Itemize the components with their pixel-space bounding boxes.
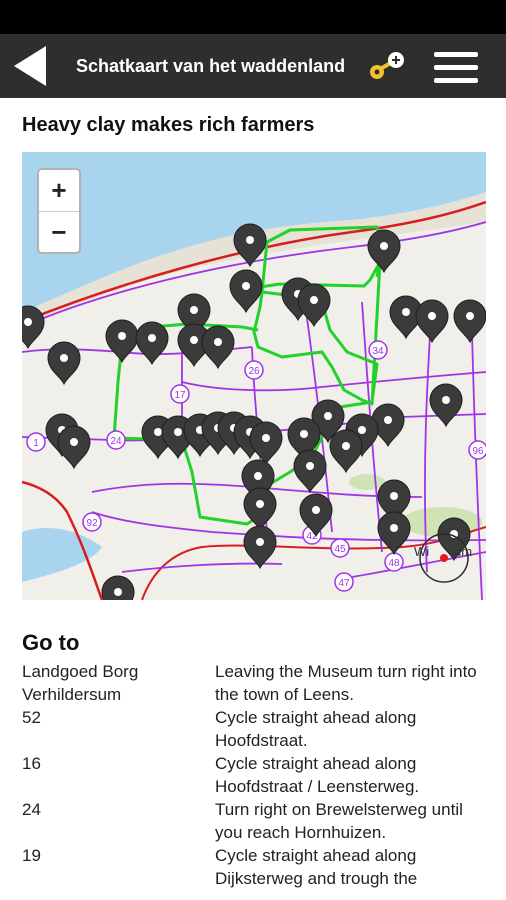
map-marker[interactable] <box>249 421 283 466</box>
key-add-icon[interactable] <box>362 46 410 86</box>
network-node[interactable]: 47 <box>334 572 354 592</box>
map-marker[interactable] <box>105 319 139 364</box>
menu-button[interactable] <box>434 52 480 88</box>
network-node-label: 96 <box>472 446 484 457</box>
town-label-suffix: um <box>454 544 472 559</box>
zoom-in-button[interactable]: + <box>39 170 79 211</box>
map-marker[interactable] <box>329 429 363 474</box>
network-node[interactable]: 26 <box>244 360 264 380</box>
app-title: Schatkaart van het waddenland <box>76 56 346 76</box>
direction-instruction: Cycle straight ahead along Hoofdstraat /… <box>215 754 420 796</box>
direction-waypoint: Landgoed Borg Verhildersum <box>22 662 139 704</box>
network-node-label: 1 <box>33 438 39 449</box>
town-label: Wi <box>414 544 429 559</box>
map-marker[interactable] <box>367 229 401 274</box>
map-marker[interactable] <box>47 341 81 386</box>
map-marker[interactable] <box>135 321 169 366</box>
network-node-label: 26 <box>248 366 260 377</box>
back-button[interactable] <box>10 44 52 88</box>
direction-row: 16 Cycle straight ahead along Hoofdstraat… <box>22 752 484 798</box>
direction-waypoint: 16 <box>22 754 41 773</box>
network-node[interactable]: 34 <box>368 340 388 360</box>
direction-waypoint: 52 <box>22 708 41 727</box>
direction-instruction: Leaving the Museum turn right into the t… <box>215 662 477 704</box>
zoom-out-button[interactable]: − <box>39 211 79 252</box>
network-node[interactable]: 92 <box>82 512 102 532</box>
zoom-control: + − <box>37 168 81 254</box>
direction-row: Landgoed Borg Verhildersum Leaving the Mu… <box>22 660 484 706</box>
network-node-label: 47 <box>338 578 350 589</box>
goto-title: Go to <box>22 630 80 655</box>
direction-row: 19 Cycle straight ahead along Dijksterweg… <box>22 844 484 890</box>
direction-waypoint: 19 <box>22 846 41 865</box>
network-node[interactable]: 24 <box>106 430 126 450</box>
map-marker[interactable] <box>22 305 45 350</box>
map-marker[interactable] <box>201 325 235 370</box>
map-marker[interactable] <box>429 383 463 428</box>
direction-instruction: Cycle straight ahead along Hoofdstraat. <box>215 708 417 750</box>
direction-row: 52 Cycle straight ahead along Hoofdstraat… <box>22 706 484 752</box>
network-node[interactable]: 1 <box>26 432 46 452</box>
network-node-label: 17 <box>174 390 186 401</box>
network-node[interactable]: 96 <box>468 440 486 460</box>
map-marker[interactable] <box>293 449 327 494</box>
menu-bar <box>434 52 478 57</box>
route-map[interactable]: 92173426282442454748961 Wi um + − <box>22 152 486 600</box>
map-marker[interactable] <box>57 425 91 470</box>
network-node-label: 34 <box>372 346 384 357</box>
map-canvas[interactable]: 92173426282442454748961 Wi um <box>22 152 486 600</box>
network-node-label: 24 <box>110 436 122 447</box>
network-node[interactable]: 45 <box>330 538 350 558</box>
back-arrow-icon <box>14 46 46 86</box>
directions-list: Landgoed Borg Verhildersum Leaving the Mu… <box>22 660 484 890</box>
menu-bar <box>434 78 478 83</box>
app-bar: Schatkaart van het waddenland <box>0 34 506 98</box>
network-node-label: 45 <box>334 544 346 555</box>
network-node[interactable]: 17 <box>170 384 190 404</box>
network-node-label: 48 <box>388 558 400 569</box>
network-node[interactable]: 48 <box>384 552 404 572</box>
location-dot <box>440 554 448 562</box>
direction-waypoint: 24 <box>22 800 41 819</box>
direction-instruction: Cycle straight ahead along Dijksterweg a… <box>215 846 418 888</box>
map-marker[interactable] <box>297 283 331 328</box>
direction-instruction: Turn right on Brewelsterweg until you re… <box>215 800 463 842</box>
map-marker[interactable] <box>243 525 277 570</box>
map-marker[interactable] <box>415 299 449 344</box>
map-marker[interactable] <box>101 575 135 600</box>
route-title: Heavy clay makes rich farmers <box>22 114 315 136</box>
status-bar <box>0 0 506 34</box>
map-marker[interactable] <box>229 269 263 314</box>
menu-bar <box>434 65 478 70</box>
map-marker[interactable] <box>453 299 486 344</box>
direction-row: 24 Turn right on Brewelsterweg until you … <box>22 798 484 844</box>
network-node-label: 92 <box>86 518 98 529</box>
